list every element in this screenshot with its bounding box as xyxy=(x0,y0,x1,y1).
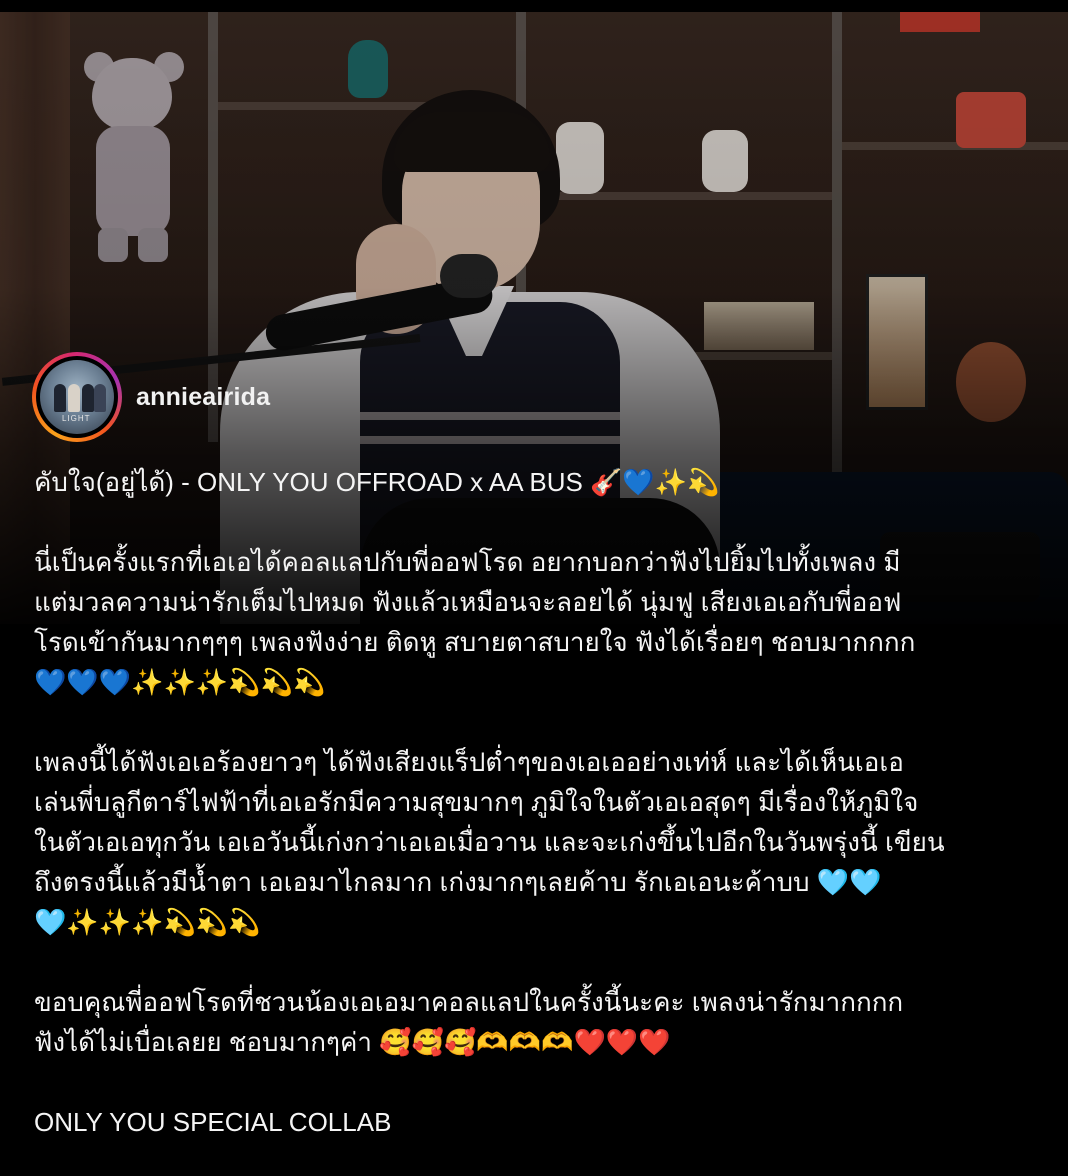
caption-paragraph-1: นี่เป็นครั้งแรกที่เอเอได้คอลแลปกับพี่ออฟ… xyxy=(34,547,916,697)
caption-paragraph-3: ขอบคุณพี่ออฟโรดที่ชวนน้องเอเอมาคอลแลปในค… xyxy=(34,987,904,1057)
group-photo-avatar[interactable]: LIGHT xyxy=(40,360,114,434)
caption-title-line: คับใจ(อยู่ได้) - ONLY YOU OFFROAD x AA B… xyxy=(34,467,720,497)
author-username[interactable]: annieairida xyxy=(136,383,270,412)
story-ring[interactable]: LIGHT xyxy=(32,352,122,442)
caption-closing-line: ONLY YOU SPECIAL COLLAB xyxy=(34,1107,392,1137)
caption-paragraph-2: เพลงนี้ได้ฟังเอเอร้องยาวๆ ได้ฟังเสียงแร็… xyxy=(34,747,945,937)
post-caption: คับใจ(อยู่ได้) - ONLY YOU OFFROAD x AA B… xyxy=(34,462,1034,1142)
post-author[interactable]: LIGHT annieairida xyxy=(32,352,270,442)
avatar-caption: LIGHT xyxy=(62,414,91,423)
